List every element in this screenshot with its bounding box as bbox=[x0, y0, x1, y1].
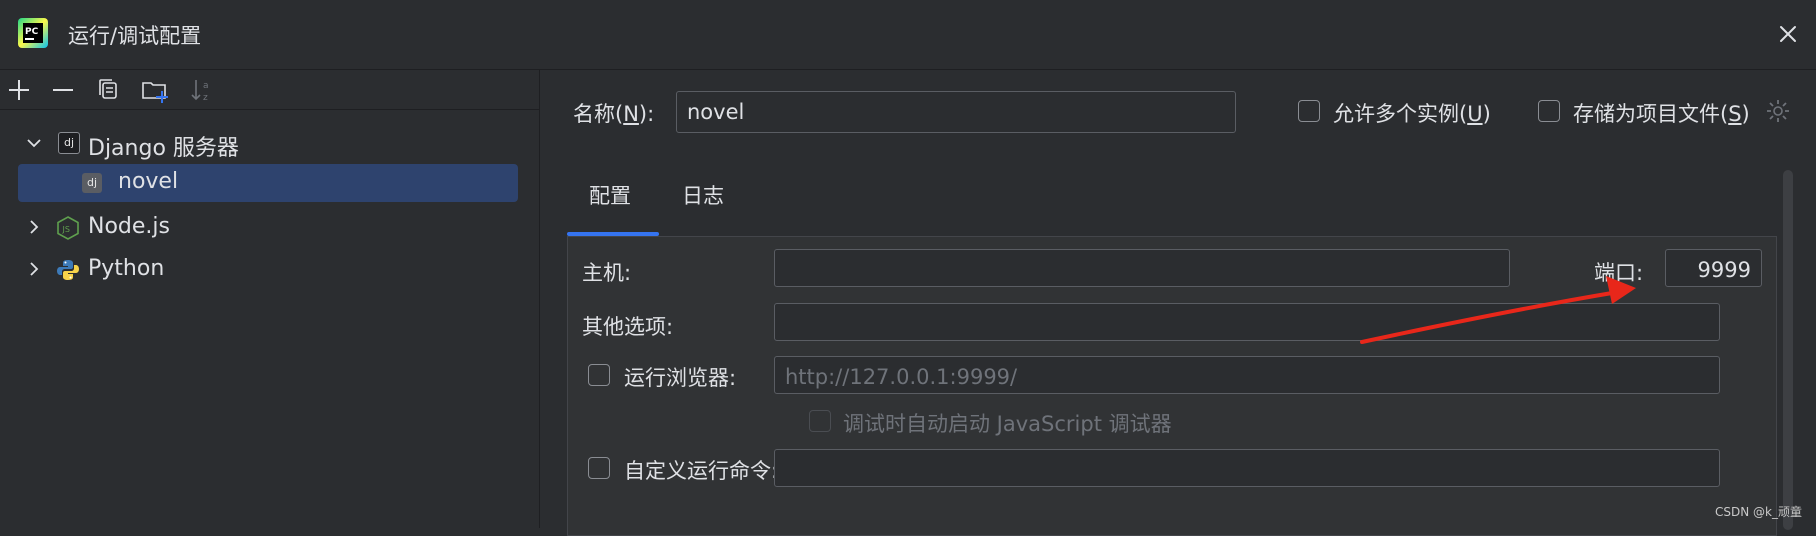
django-icon: dj bbox=[82, 173, 102, 193]
tree-item-label: Python bbox=[88, 256, 165, 281]
tree-item-nodejs[interactable]: JS Node.js bbox=[18, 206, 518, 248]
tab-logs[interactable]: 日志 bbox=[682, 180, 724, 210]
run-browser-checkbox[interactable] bbox=[588, 364, 610, 386]
other-options-label: 其他选项: bbox=[582, 315, 674, 339]
vertical-scrollbar[interactable] bbox=[1783, 170, 1793, 530]
tab-config[interactable]: 配置 bbox=[589, 180, 631, 210]
python-icon bbox=[57, 260, 79, 280]
configuration-tree-pane: a z dj Django 服务器 dj novel JS Node.js Py… bbox=[0, 70, 540, 528]
copy-icon[interactable] bbox=[94, 76, 124, 104]
chevron-right-icon[interactable] bbox=[24, 259, 44, 279]
browser-url-input[interactable]: http://127.0.0.1:9999/ bbox=[774, 356, 1720, 394]
chevron-down-icon[interactable] bbox=[24, 133, 44, 153]
window-title: 运行/调试配置 bbox=[68, 24, 202, 48]
tree-item-novel[interactable]: dj novel bbox=[18, 164, 518, 202]
django-icon: dj bbox=[58, 132, 80, 154]
add-icon[interactable] bbox=[4, 76, 34, 104]
tree-item-label: Node.js bbox=[88, 214, 170, 239]
custom-run-command-label: 自定义运行命令: bbox=[624, 459, 779, 483]
pycharm-logo-icon: PC bbox=[18, 18, 48, 48]
gear-icon[interactable] bbox=[1765, 98, 1791, 124]
close-icon[interactable] bbox=[1774, 20, 1802, 48]
name-label: 名称(N): bbox=[573, 102, 655, 126]
store-as-project-file-checkbox[interactable] bbox=[1538, 100, 1560, 122]
chevron-right-icon[interactable] bbox=[24, 217, 44, 237]
name-input[interactable]: novel bbox=[676, 91, 1236, 133]
js-debugger-label: 调试时自动启动 JavaScript 调试器 bbox=[843, 412, 1172, 436]
new-folder-icon[interactable] bbox=[140, 76, 170, 104]
js-debugger-checkbox[interactable] bbox=[809, 410, 831, 432]
annotation-arrow bbox=[1360, 276, 1636, 344]
watermark: CSDN @k_顽童 bbox=[1715, 505, 1802, 519]
tree-item-python[interactable]: Python bbox=[18, 248, 518, 290]
allow-multiple-instances-label: 允许多个实例(U) bbox=[1333, 102, 1491, 126]
port-input[interactable]: 9999 bbox=[1665, 249, 1762, 287]
nodejs-icon: JS bbox=[57, 216, 79, 240]
tree-item-django[interactable]: dj Django 服务器 bbox=[18, 122, 518, 164]
custom-run-command-checkbox[interactable] bbox=[588, 457, 610, 479]
tree-toolbar: a z bbox=[0, 70, 540, 110]
remove-icon[interactable] bbox=[48, 76, 78, 104]
title-bar: PC 运行/调试配置 bbox=[0, 0, 1816, 70]
custom-run-command-input[interactable] bbox=[774, 449, 1720, 487]
host-label: 主机: bbox=[582, 261, 632, 285]
svg-text:z: z bbox=[203, 93, 208, 103]
sort-icon[interactable]: a z bbox=[188, 76, 218, 104]
svg-text:JS: JS bbox=[62, 225, 70, 234]
svg-text:PC: PC bbox=[25, 27, 39, 37]
allow-multiple-instances-checkbox[interactable] bbox=[1298, 100, 1320, 122]
store-as-project-file-label: 存储为项目文件(S) bbox=[1573, 102, 1750, 126]
tree-item-label: Django 服务器 bbox=[88, 136, 239, 161]
svg-text:a: a bbox=[203, 81, 209, 91]
tree-item-label: novel bbox=[118, 169, 179, 194]
run-browser-label: 运行浏览器: bbox=[624, 366, 737, 390]
